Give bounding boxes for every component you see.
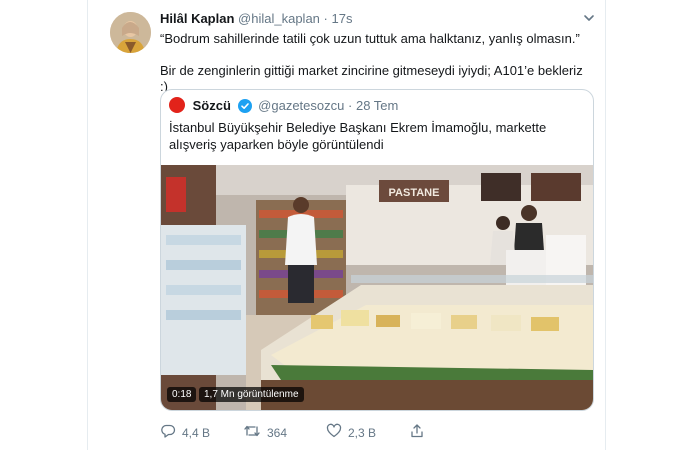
tweet-text-line1: “Bodrum sahillerinde tatili çok uzun tut… [160, 31, 580, 46]
retweet-count: 364 [267, 425, 288, 440]
retweet-button[interactable]: 364 [243, 423, 287, 442]
like-icon [326, 423, 348, 442]
reply-count: 4,4 B [182, 425, 211, 440]
tweet-time[interactable]: 17s [332, 11, 353, 26]
quoted-date: 28 Tem [355, 98, 399, 113]
quoted-avatar [169, 97, 185, 113]
chevron-down-icon[interactable] [582, 11, 596, 25]
separator-dot: · [348, 98, 353, 113]
tweet-actions: 4,4 B 364 2,3 B [160, 423, 590, 443]
avatar[interactable] [110, 12, 151, 53]
quoted-tweet[interactable]: Sözcü @gazetesozcu · 28 Tem İstanbul Büy… [160, 89, 594, 411]
verified-icon [237, 99, 252, 116]
quoted-author-name: Sözcü [192, 98, 231, 113]
author-handle[interactable]: @hilal_kaplan [238, 11, 320, 26]
share-icon [409, 423, 431, 442]
quoted-tweet-header: Sözcü @gazetesozcu · 28 Tem [169, 97, 398, 116]
quoted-tweet-text: İstanbul Büyükşehir Belediye Başkanı Ekr… [169, 120, 547, 152]
reply-icon [160, 423, 182, 442]
reply-button[interactable]: 4,4 B [160, 423, 210, 442]
retweet-icon [243, 423, 267, 442]
video-player[interactable]: PASTANE 0:18 1,7 Mn görüntülenme [161, 165, 593, 410]
video-frame: PASTANE [161, 165, 593, 410]
video-duration-badge: 0:18 [167, 387, 197, 402]
like-button[interactable]: 2,3 B [326, 423, 376, 442]
tweet-header: Hilâl Kaplan @hilal_kaplan · 17s [160, 11, 352, 26]
store-sign: PASTANE [389, 187, 440, 199]
share-button[interactable] [409, 423, 431, 442]
quoted-author-handle: @gazetesozcu [258, 98, 345, 113]
separator-dot: · [323, 11, 328, 26]
author-name[interactable]: Hilâl Kaplan [160, 11, 234, 26]
avatar-image [110, 12, 151, 53]
video-views-badge: 1,7 Mn görüntülenme [199, 387, 304, 402]
like-count: 2,3 B [348, 425, 377, 440]
